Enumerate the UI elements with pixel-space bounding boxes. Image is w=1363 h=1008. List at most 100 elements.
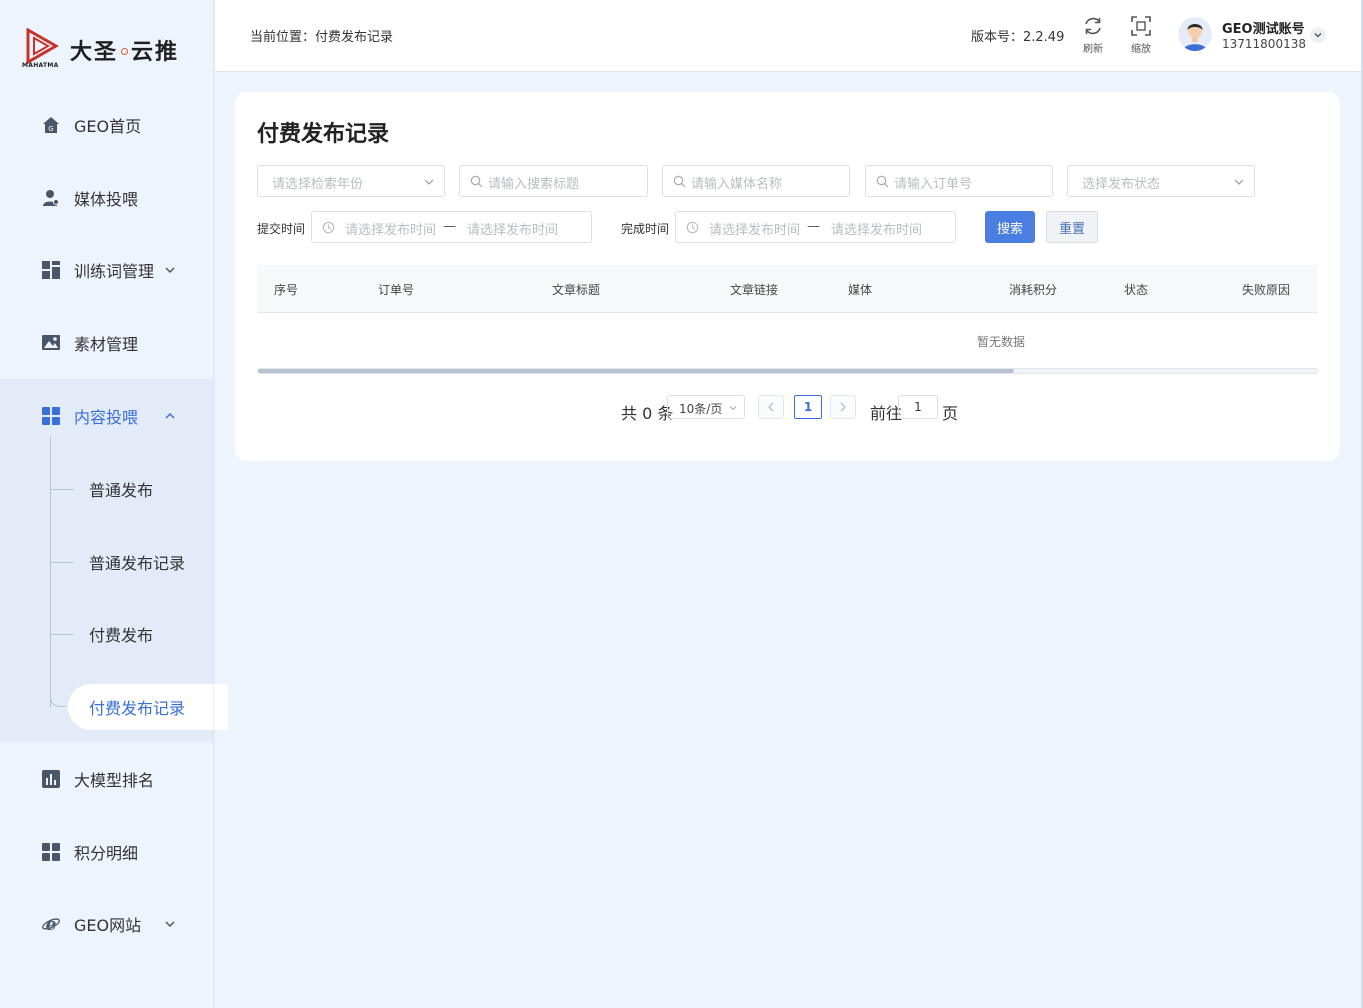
sidebar-item-label: 训练词管理 xyxy=(74,262,155,281)
svg-text:e: e xyxy=(46,915,57,934)
sidebar-item-points-detail[interactable]: 积分明细 xyxy=(0,832,213,872)
tree-branch xyxy=(50,634,74,635)
chevron-down-icon xyxy=(729,406,737,411)
search-button[interactable]: 搜索 xyxy=(985,211,1035,243)
sidebar-divider xyxy=(213,0,215,1008)
sidebar-item-label: 内容投喂 xyxy=(74,408,139,427)
sidebar-subitem-normal-publish-records[interactable]: 普通发布记录 xyxy=(89,547,185,577)
order-number-input[interactable]: 请输入订单号 xyxy=(865,165,1053,197)
grid-icon xyxy=(41,406,61,426)
finish-time-label: 完成时间 xyxy=(621,222,670,236)
svg-text:G: G xyxy=(48,125,53,133)
zoom-label: 缩放 xyxy=(1131,44,1151,55)
sidebar-item-model-ranking[interactable]: 大模型排名 xyxy=(0,759,213,799)
clock-icon xyxy=(322,221,335,234)
brand-name: 大圣 云推 xyxy=(70,34,179,66)
title-search-placeholder: 请输入搜索标题 xyxy=(488,177,580,192)
chevron-down-icon xyxy=(1234,179,1244,185)
column-header: 失败原因 xyxy=(1242,283,1291,297)
tree-line xyxy=(50,437,51,707)
sidebar-subitem-paid-publish[interactable]: 付费发布 xyxy=(89,619,153,649)
top-header: 当前位置：付费发布记录 版本号：2.2.49 刷新 缩放 GEO测试账号 137… xyxy=(215,0,1361,72)
sidebar-item-geo-home[interactable]: G GEO首页 xyxy=(0,105,213,145)
finish-time-start[interactable]: 请选择发布时间 xyxy=(709,219,800,238)
search-icon xyxy=(876,175,889,188)
sidebar-subitem-paid-publish-records[interactable]: 付费发布记录 xyxy=(89,692,185,722)
chevron-right-icon xyxy=(840,402,846,412)
page-size-select[interactable]: 10条/页 xyxy=(667,395,745,419)
chevron-down-icon xyxy=(424,179,434,185)
status-select-placeholder: 选择发布状态 xyxy=(1082,177,1161,192)
ie-icon: e xyxy=(41,914,61,934)
grid-icon xyxy=(41,842,61,862)
grid-icon xyxy=(41,260,61,280)
sidebar-item-geo-site[interactable]: e GEO网站 xyxy=(0,904,213,944)
prev-page-button[interactable] xyxy=(758,395,784,419)
finish-time-range[interactable]: 请选择发布时间 — 请选择发布时间 xyxy=(675,211,956,243)
user-name: GEO测试账号 xyxy=(1222,22,1305,37)
submit-time-range[interactable]: 请选择发布时间 — 请选择发布时间 xyxy=(311,211,592,243)
scrollbar-thumb[interactable] xyxy=(258,369,1014,373)
chevron-down-icon xyxy=(165,921,175,928)
finish-time-end[interactable]: 请选择发布时间 xyxy=(831,219,922,238)
sidebar-item-media-feed[interactable]: 媒体投喂 xyxy=(0,178,213,218)
year-select[interactable]: 请选择检索年份 xyxy=(257,165,445,197)
column-header: 状态 xyxy=(1124,283,1149,297)
column-header: 媒体 xyxy=(848,283,873,297)
sidebar-item-label: 素材管理 xyxy=(74,335,139,354)
sidebar-item-label: 积分明细 xyxy=(74,844,139,863)
user-menu-toggle[interactable] xyxy=(1310,27,1326,43)
media-name-placeholder: 请输入媒体名称 xyxy=(691,177,783,192)
bar-chart-icon xyxy=(41,769,61,789)
column-header: 订单号 xyxy=(378,283,415,297)
image-icon xyxy=(41,333,61,353)
tree-branch xyxy=(50,562,74,563)
total-count: 共 0 条 xyxy=(621,404,674,423)
brand-subtitle: MAHATMA xyxy=(22,62,59,69)
chevron-up-icon xyxy=(165,412,175,419)
sidebar-item-training-words[interactable]: 训练词管理 xyxy=(0,250,213,290)
submit-time-start[interactable]: 请选择发布时间 xyxy=(345,219,436,238)
column-header: 文章标题 xyxy=(552,283,601,297)
status-select[interactable]: 选择发布状态 xyxy=(1067,165,1255,197)
goto-suffix: 页 xyxy=(942,404,959,423)
brand-name-part2: 云推 xyxy=(131,40,180,65)
title-search-input[interactable]: 请输入搜索标题 xyxy=(459,165,648,197)
brand-name-part1: 大圣 xyxy=(70,40,119,65)
avatar[interactable] xyxy=(1178,17,1212,51)
sidebar-item-label: 媒体投喂 xyxy=(74,190,139,209)
search-icon xyxy=(673,175,686,188)
sidebar-item-label: GEO网站 xyxy=(74,916,142,935)
user-phone: 13711800138 xyxy=(1222,37,1306,51)
sidebar-subitem-normal-publish[interactable]: 普通发布 xyxy=(89,474,153,504)
table-horizontal-scrollbar[interactable] xyxy=(257,368,1318,374)
media-name-input[interactable]: 请输入媒体名称 xyxy=(662,165,850,197)
reset-button[interactable]: 重置 xyxy=(1046,211,1098,243)
column-header: 序号 xyxy=(274,283,299,297)
page-size-value: 10条/页 xyxy=(679,402,723,416)
avatar-image xyxy=(1178,17,1212,51)
sidebar-item-materials[interactable]: 素材管理 xyxy=(0,323,213,363)
chevron-left-icon xyxy=(768,402,774,412)
range-separator: — xyxy=(443,219,456,234)
sidebar-item-content-feed[interactable]: 内容投喂 xyxy=(0,396,213,436)
refresh-icon xyxy=(1085,17,1101,35)
year-select-placeholder: 请选择检索年份 xyxy=(272,177,364,192)
column-header: 消耗积分 xyxy=(1009,283,1058,297)
brand-logo: MAHATMA 大圣 云推 xyxy=(22,28,202,72)
sidebar: MAHATMA 大圣 云推 G GEO首页 媒体投喂 训练词管理 素材管理 内容投… xyxy=(0,0,228,1008)
fullscreen-icon xyxy=(1131,16,1151,36)
breadcrumb: 当前位置：付费发布记录 xyxy=(250,30,394,45)
zoom-button[interactable]: 缩放 xyxy=(1121,15,1161,55)
submit-time-end[interactable]: 请选择发布时间 xyxy=(467,219,558,238)
goto-page-input[interactable]: 1 xyxy=(898,395,938,419)
chevron-down-icon xyxy=(1314,33,1322,38)
range-separator: — xyxy=(807,219,820,234)
table-header: 序号 订单号 文章标题 文章链接 媒体 消耗积分 状态 失败原因 xyxy=(257,265,1318,313)
refresh-button[interactable]: 刷新 xyxy=(1073,15,1113,55)
sidebar-item-label: 大模型排名 xyxy=(74,771,155,790)
page-number-current[interactable]: 1 xyxy=(794,395,822,419)
next-page-button[interactable] xyxy=(830,395,856,419)
page-title: 付费发布记录 xyxy=(257,122,390,147)
submit-time-label: 提交时间 xyxy=(257,222,306,236)
